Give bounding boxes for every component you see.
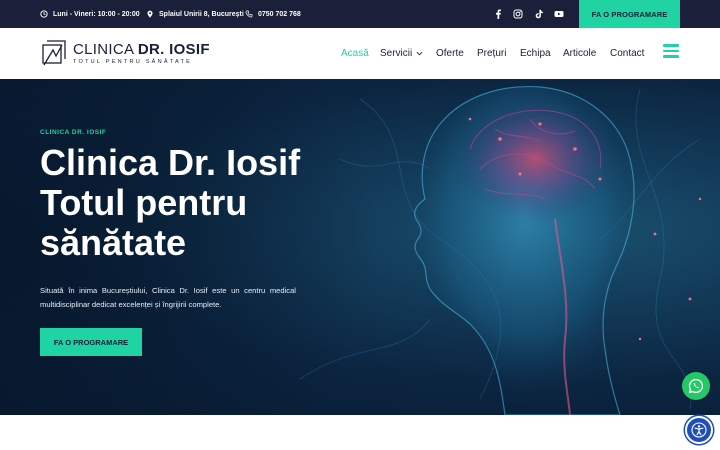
tiktok-icon xyxy=(535,9,543,19)
youtube-link[interactable] xyxy=(552,0,566,28)
map-pin-icon xyxy=(147,10,153,18)
top-info-bar: Luni - Vineri: 10:00 - 20:00 Splaiul Uni… xyxy=(0,0,720,28)
nav-label: Prețuri xyxy=(477,48,507,59)
logo-tagline: TOTUL PENTRU SĂNĂTATE xyxy=(73,59,193,65)
phone[interactable]: 0750 702 768 xyxy=(245,0,301,28)
instagram-icon xyxy=(513,9,523,19)
facebook-link[interactable] xyxy=(491,0,505,28)
hero-appointment-button[interactable]: FA O PROGRAMARE xyxy=(40,328,142,356)
youtube-icon xyxy=(554,11,564,17)
logo-name: CLINICA DR. IOSIF xyxy=(73,42,210,57)
tiktok-link[interactable] xyxy=(532,0,546,28)
nav-label: Echipa xyxy=(520,48,551,59)
hero-description: Situată în inima Bucureștiului, Clinica … xyxy=(40,286,296,309)
nav-item-articole[interactable]: Articole xyxy=(563,28,596,79)
nav-item-echipa[interactable]: Echipa xyxy=(520,28,551,79)
nav-item-servicii[interactable]: Servicii xyxy=(380,28,423,79)
hero-title-line: Totul pentru xyxy=(40,182,248,223)
accessibility-button[interactable] xyxy=(685,416,713,444)
logo-name-bold: DR. IOSIF xyxy=(137,41,210,58)
nav-item-acasa[interactable]: Acasă xyxy=(341,28,369,79)
nav-item-oferte[interactable]: Oferte xyxy=(436,28,464,79)
hero-title: Clinica Dr. Iosif Totul pentru sănătate xyxy=(40,143,340,263)
phone-icon xyxy=(245,10,253,18)
nav-label: Contact xyxy=(610,48,645,59)
nav-item-preturi[interactable]: Prețuri xyxy=(477,28,506,79)
clinic-logo-icon[interactable] xyxy=(41,39,67,67)
address-text: Splaiul Unirii 8, București xyxy=(159,10,244,18)
hero-title-line: sănătate xyxy=(40,222,187,263)
nav-label: Acasă xyxy=(341,48,369,59)
chevron-down-icon xyxy=(416,51,423,56)
opening-hours: Luni - Vineri: 10:00 - 20:00 xyxy=(40,0,140,28)
address[interactable]: Splaiul Unirii 8, București xyxy=(146,0,244,28)
nav-label: Oferte xyxy=(436,48,464,59)
logo-name-light: CLINICA xyxy=(73,41,138,58)
menu-icon[interactable] xyxy=(663,44,679,58)
facebook-icon xyxy=(496,9,501,19)
hero-section: CLINICA DR. IOSIF Clinica Dr. Iosif Totu… xyxy=(0,79,720,415)
opening-hours-text: Luni - Vineri: 10:00 - 20:00 xyxy=(53,10,140,18)
instagram-link[interactable] xyxy=(511,0,525,28)
accessibility-icon xyxy=(691,422,707,438)
nav-label: Servicii xyxy=(380,48,413,59)
whatsapp-button[interactable] xyxy=(682,372,710,400)
hero-eyebrow: CLINICA DR. IOSIF xyxy=(40,129,107,136)
clinic-logo[interactable]: CLINICA DR. IOSIF TOTUL PENTRU SĂNĂTATE xyxy=(73,42,210,65)
whatsapp-icon xyxy=(688,378,704,394)
clock-icon xyxy=(40,10,48,18)
nav-label: Articole xyxy=(563,48,597,59)
top-appointment-button[interactable]: FA O PROGRAMARE xyxy=(579,0,680,28)
hero-title-line: Clinica Dr. Iosif xyxy=(40,142,301,183)
nav-item-contact[interactable]: Contact xyxy=(610,28,644,79)
phone-text: 0750 702 768 xyxy=(258,10,301,18)
